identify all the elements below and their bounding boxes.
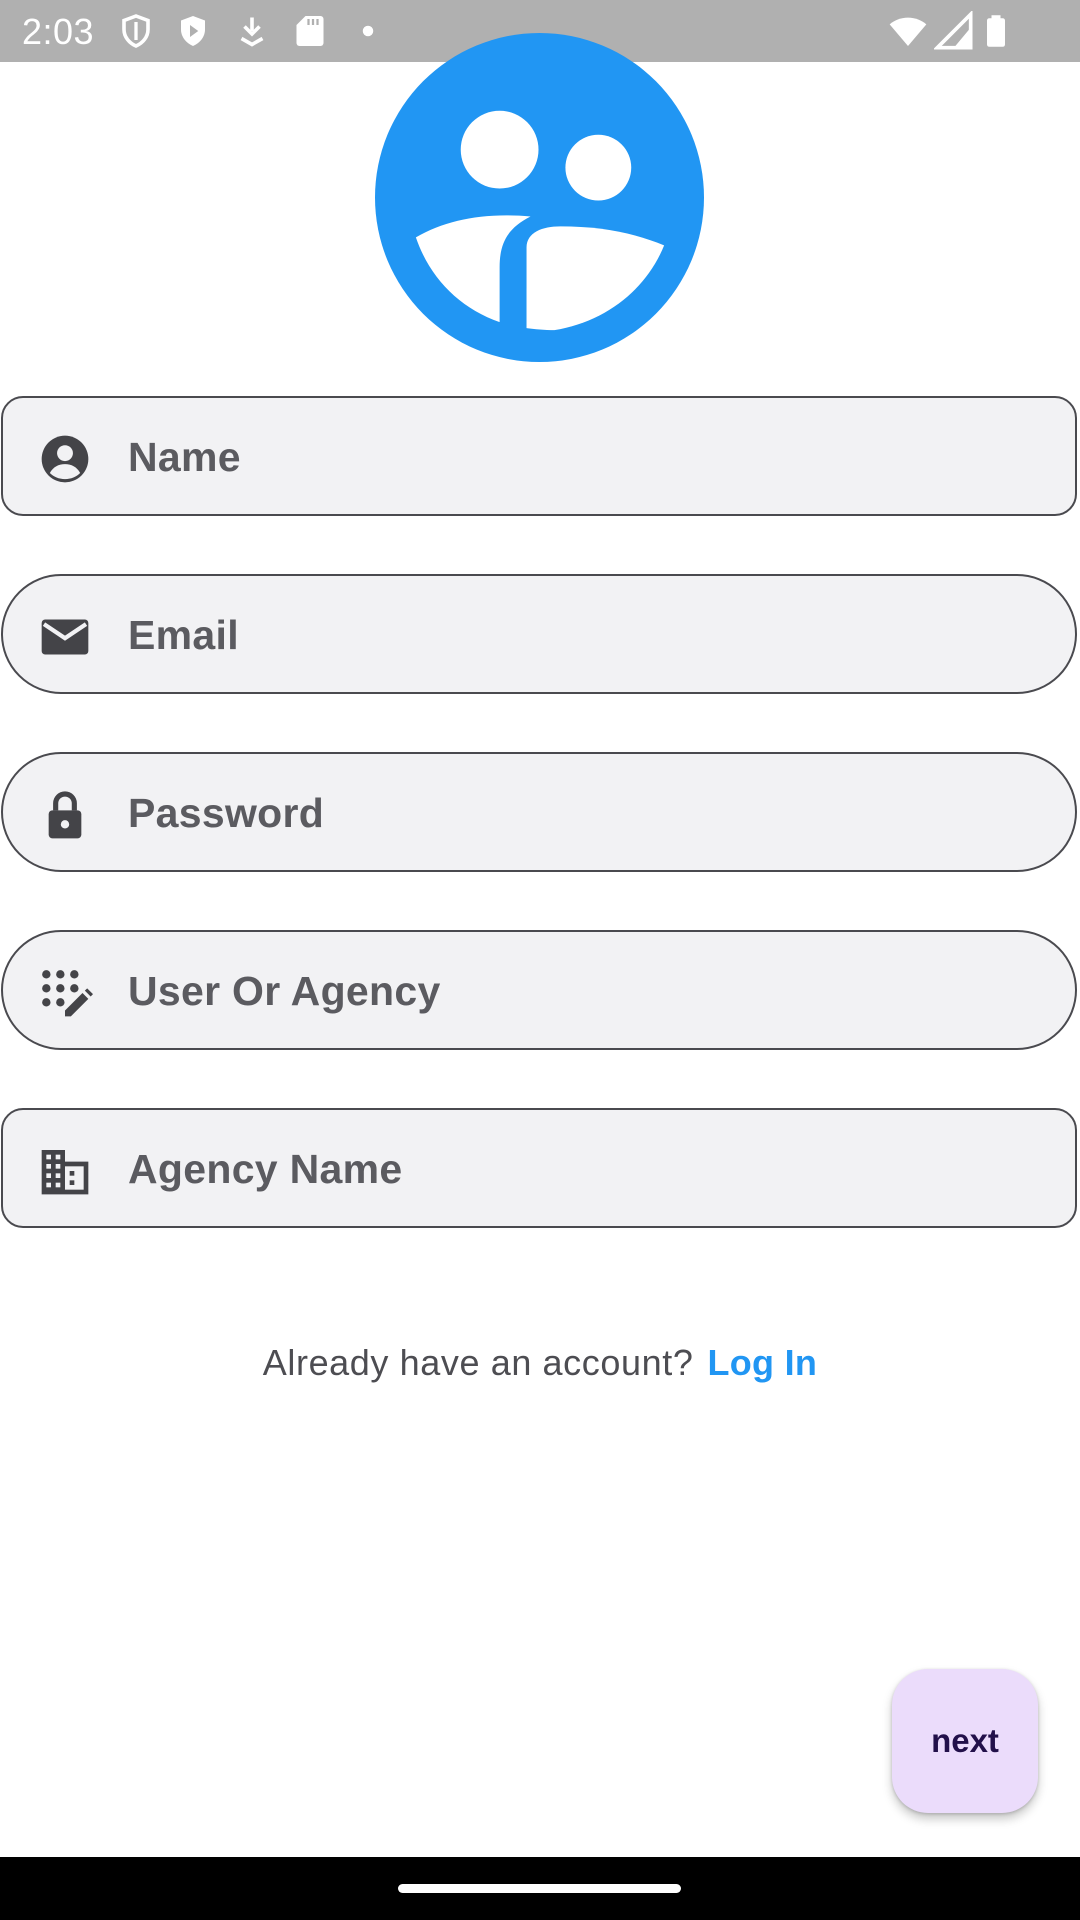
home-handle[interactable] xyxy=(398,1884,681,1893)
name-placeholder: Name xyxy=(128,434,241,480)
business-icon xyxy=(41,1150,89,1195)
account-circle-icon xyxy=(41,435,89,483)
group-avatar-icon xyxy=(375,33,704,362)
sd-card-icon xyxy=(296,16,324,46)
agency-name-field[interactable]: Agency Name xyxy=(1,1108,1077,1228)
magic-pattern-icon xyxy=(42,970,93,1017)
shield-icon xyxy=(122,14,150,48)
user-or-agency-placeholder: User Or Agency xyxy=(128,968,441,1014)
next-button[interactable]: next xyxy=(892,1669,1038,1813)
password-field[interactable]: Password xyxy=(1,752,1077,872)
wifi-icon xyxy=(889,17,927,46)
cell-signal-icon xyxy=(934,11,973,50)
login-link[interactable]: Log In xyxy=(707,1342,817,1383)
login-prompt: Already have an account? xyxy=(262,1342,694,1383)
email-placeholder: Email xyxy=(128,612,239,658)
play-shield-icon xyxy=(181,16,205,46)
mail-icon xyxy=(41,619,89,655)
status-time: 2:03 xyxy=(22,11,95,52)
name-field[interactable]: Name xyxy=(1,396,1077,516)
password-placeholder: Password xyxy=(128,790,325,836)
login-row: Already have an account? Log In xyxy=(0,1342,1080,1384)
user-or-agency-field[interactable]: User Or Agency xyxy=(1,930,1077,1050)
download-icon xyxy=(240,17,264,47)
lock-icon xyxy=(48,791,82,839)
nav-bar xyxy=(0,1857,1080,1920)
email-field[interactable]: Email xyxy=(1,574,1077,694)
battery-icon xyxy=(987,15,1005,47)
agency-name-placeholder: Agency Name xyxy=(128,1146,403,1192)
